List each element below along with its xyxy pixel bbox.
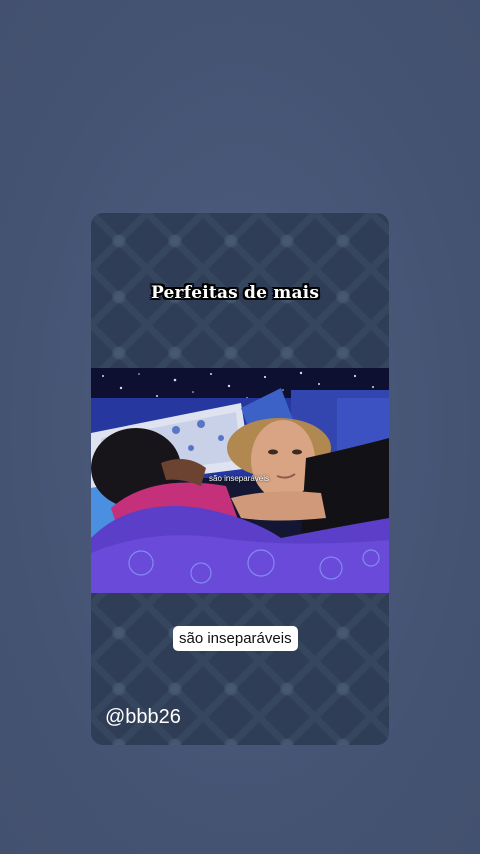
video-caption: são inseparáveis: [209, 474, 270, 483]
story-screen: Perfeitas de mais são inseparáveis são i…: [0, 0, 480, 854]
label-sticker[interactable]: são inseparáveis: [173, 626, 298, 651]
story-card[interactable]: Perfeitas de mais são inseparáveis são i…: [91, 213, 389, 745]
video-frame[interactable]: são inseparáveis: [91, 368, 389, 593]
mention-handle[interactable]: @bbb26: [105, 706, 181, 729]
title-sticker[interactable]: Perfeitas de mais: [151, 283, 319, 303]
